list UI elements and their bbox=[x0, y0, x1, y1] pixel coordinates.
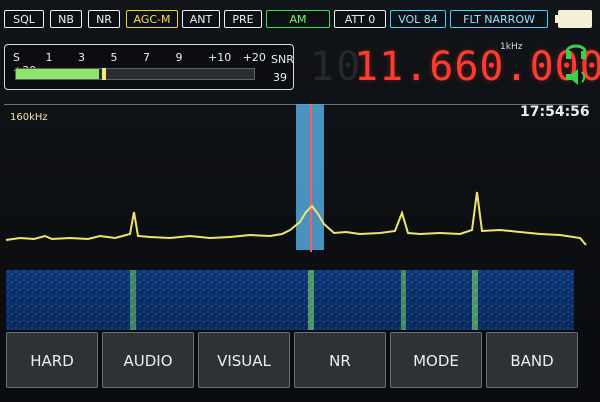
volume-button[interactable]: VOL 84 bbox=[390, 10, 446, 28]
battery-icon bbox=[555, 10, 592, 28]
scale-label: +20 bbox=[242, 51, 266, 64]
waterfall-display[interactable] bbox=[6, 270, 574, 330]
s-meter: S 1 3 5 7 9 +10 +20 +30 SNR 39 bbox=[4, 44, 294, 90]
waterfall-traces bbox=[6, 270, 574, 330]
visual-button[interactable]: VISUAL bbox=[198, 332, 290, 388]
nb-button[interactable]: NB bbox=[50, 10, 82, 28]
signal-strength-bar bbox=[15, 68, 255, 80]
snr-value: 39 bbox=[273, 71, 287, 84]
bottom-button-row: HARD AUDIO VISUAL NR MODE BAND bbox=[6, 332, 596, 390]
top-toolbar: SQL NB NR AGC-M ANT PRE AM ATT 0 VOL 84 … bbox=[4, 6, 596, 32]
hard-button[interactable]: HARD bbox=[6, 332, 98, 388]
radio-screen: SQL NB NR AGC-M ANT PRE AM ATT 0 VOL 84 … bbox=[0, 0, 600, 402]
scale-label: 7 bbox=[142, 51, 150, 64]
scale-label: S bbox=[13, 51, 20, 64]
scale-label: 3 bbox=[77, 51, 85, 64]
sql-button[interactable]: SQL bbox=[4, 10, 44, 28]
nr-toggle-button[interactable]: NR bbox=[88, 10, 120, 28]
signal-strength-fill bbox=[16, 69, 100, 79]
scale-label: 9 bbox=[175, 51, 183, 64]
frequency-display[interactable]: 10 11.660.000 1kHz bbox=[300, 38, 600, 98]
scale-label: 1 bbox=[45, 51, 53, 64]
band-button[interactable]: BAND bbox=[486, 332, 578, 388]
nr-button[interactable]: NR bbox=[294, 332, 386, 388]
clock: 17:54:56 bbox=[520, 104, 590, 120]
signal-peak-marker bbox=[101, 68, 106, 80]
tuning-center-line bbox=[310, 104, 312, 252]
ant-button[interactable]: ANT bbox=[182, 10, 220, 28]
scale-label: 5 bbox=[110, 51, 118, 64]
att-button[interactable]: ATT 0 bbox=[334, 10, 386, 28]
audio-button[interactable]: AUDIO bbox=[102, 332, 194, 388]
scale-label: +10 bbox=[207, 51, 232, 64]
frequency-step-unit: 1kHz bbox=[500, 42, 523, 52]
headphone-icon bbox=[565, 44, 587, 59]
mode-button[interactable]: MODE bbox=[390, 332, 482, 388]
audio-status-icons bbox=[560, 38, 592, 94]
snr-label: SNR bbox=[271, 53, 294, 66]
filter-button[interactable]: FLT NARROW bbox=[450, 10, 548, 28]
agc-button[interactable]: AGC-M bbox=[126, 10, 178, 28]
pre-button[interactable]: PRE bbox=[224, 10, 262, 28]
speaker-icon bbox=[566, 69, 586, 85]
mode-am-badge[interactable]: AM bbox=[266, 10, 330, 28]
spectrum-span-label: 160kHz bbox=[10, 112, 48, 123]
